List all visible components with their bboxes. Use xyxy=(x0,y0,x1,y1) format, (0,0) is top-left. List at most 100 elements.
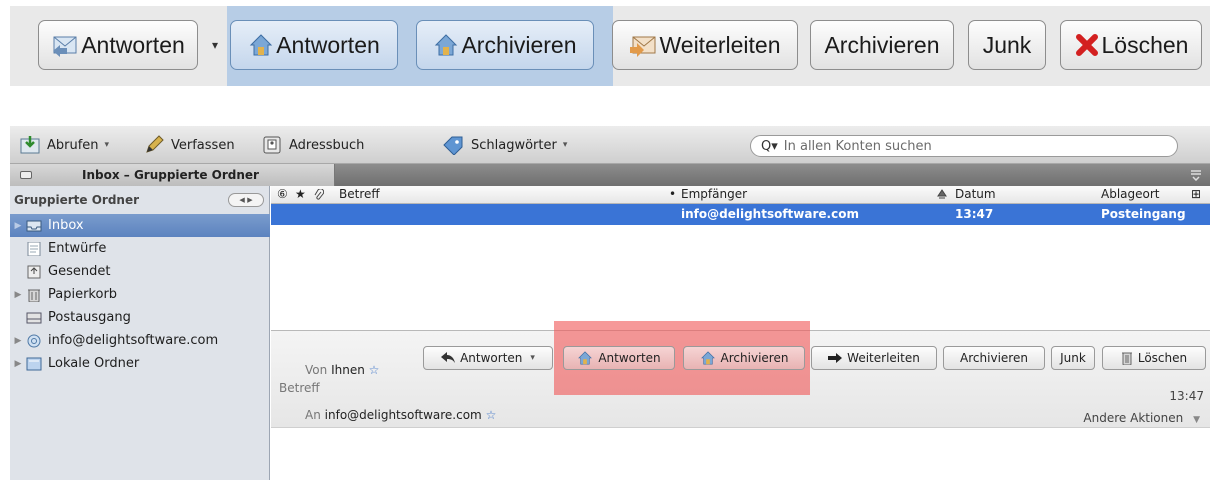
pencil-icon xyxy=(146,135,164,153)
folder-view-toggle[interactable]: ◀ ▶ xyxy=(228,193,264,207)
zoom-reply-label: Antworten xyxy=(81,31,185,58)
column-recipient[interactable]: Empfänger xyxy=(681,187,747,201)
tag-icon xyxy=(443,136,463,155)
message-time: 13:47 xyxy=(1169,389,1204,403)
to-value[interactable]: info@delightsoftware.com xyxy=(325,408,482,422)
folder-item-trash[interactable]: ▶ Papierkorb xyxy=(10,283,270,306)
tab-menu-icon[interactable] xyxy=(1190,169,1202,181)
house-label-icon xyxy=(700,351,715,365)
junk-column-icon[interactable] xyxy=(936,189,948,201)
tab-inbox[interactable]: Inbox – Gruppierte Ordner xyxy=(10,164,335,186)
zoom-junk-label: Junk xyxy=(982,31,1032,58)
reply-label-button[interactable]: Antworten xyxy=(563,346,675,370)
trash-icon xyxy=(28,289,40,302)
message-header-bar: Antworten ▾ Antworten Archivieren Weiter… xyxy=(271,321,1210,428)
tags-label: Schlagwörter xyxy=(471,137,557,153)
folder-label: Lokale Ordner xyxy=(48,356,140,371)
thread-column-icon[interactable]: ⑥ xyxy=(277,187,288,201)
from-label: Von xyxy=(305,363,328,377)
forward-label: Weiterleiten xyxy=(847,351,920,365)
folder-label: info@delightsoftware.com xyxy=(48,333,219,348)
folder-item-account[interactable]: ▶ info@delightsoftware.com xyxy=(10,329,270,352)
message-list-header: ⑥ ★ Betreff • Empfänger Datum Ablageort … xyxy=(271,186,1210,204)
folder-label: Inbox xyxy=(48,218,84,233)
zoom-reply-label-text: Antworten xyxy=(276,31,380,58)
search-icon[interactable]: Q▾ xyxy=(761,139,778,154)
read-column-icon[interactable]: • xyxy=(669,187,676,201)
folder-label: Postausgang xyxy=(48,310,131,325)
to-row: An info@delightsoftware.com ☆ xyxy=(305,408,496,422)
folder-item-outbox[interactable]: Postausgang xyxy=(10,306,270,329)
expand-triangle-icon[interactable]: ▶ xyxy=(10,359,26,369)
expand-triangle-icon[interactable]: ▶ xyxy=(10,221,26,231)
main-toolbar: Abrufen ▾ Verfassen Adressbuch Schlagwör… xyxy=(10,126,1210,164)
tags-button[interactable]: Schlagwörter ▾ xyxy=(442,126,567,164)
attachment-column-icon[interactable] xyxy=(314,189,324,201)
reply-dropdown-caret[interactable]: ▾ xyxy=(530,353,535,363)
delete-label: Löschen xyxy=(1137,351,1188,365)
sent-icon xyxy=(27,265,41,278)
folder-pane-header: Gruppierte Ordner ◀ ▶ xyxy=(10,186,270,214)
column-picker-icon[interactable]: ⊞ xyxy=(1191,187,1201,201)
preview-pane: Antworten ▾ Antworten Archivieren Weiter… xyxy=(271,321,1210,480)
zoom-dropdown-caret[interactable]: ▾ xyxy=(212,38,218,52)
drafts-icon xyxy=(27,241,41,256)
star-icon[interactable]: ☆ xyxy=(369,363,380,377)
column-date[interactable]: Datum xyxy=(955,187,996,201)
zoom-delete-button[interactable]: Löschen xyxy=(1060,20,1202,70)
delete-button[interactable]: Löschen xyxy=(1102,346,1206,370)
tags-caret[interactable]: ▾ xyxy=(563,140,568,150)
column-location[interactable]: Ablageort xyxy=(1101,187,1160,201)
from-value[interactable]: Ihnen xyxy=(331,363,365,377)
reply-label: Antworten xyxy=(460,351,523,365)
archive-button[interactable]: Archivieren xyxy=(943,346,1045,370)
address-book-button[interactable]: Adressbuch xyxy=(262,126,364,164)
folder-item-inbox[interactable]: ▶ Inbox xyxy=(10,214,270,237)
other-actions-caret: ▼ xyxy=(1193,415,1200,425)
zoom-archive-label-text: Archivieren xyxy=(461,31,577,58)
mail-window: Abrufen ▾ Verfassen Adressbuch Schlagwör… xyxy=(10,126,1210,480)
house-label-icon xyxy=(250,34,273,56)
tab-bar: Inbox – Gruppierte Ordner xyxy=(10,164,1210,186)
zoom-junk-button[interactable]: Junk xyxy=(968,20,1046,70)
get-mail-icon xyxy=(20,136,40,154)
to-label: An xyxy=(305,408,321,422)
compose-button[interactable]: Verfassen xyxy=(144,126,235,164)
zoom-forward-button[interactable]: Weiterleiten xyxy=(612,20,798,70)
search-input[interactable]: Q▾ In allen Konten suchen xyxy=(750,135,1178,157)
zoom-reply-button[interactable]: Antworten xyxy=(38,20,198,70)
account-icon xyxy=(27,334,41,347)
message-row[interactable]: info@delightsoftware.com 13:47 Posteinga… xyxy=(271,204,1210,225)
folder-pane: Gruppierte Ordner ◀ ▶ ▶ Inbox Entwürfe G… xyxy=(10,186,270,480)
get-mail-button[interactable]: Abrufen ▾ xyxy=(20,126,109,164)
reply-envelope-icon xyxy=(53,36,77,57)
zoom-archive-button[interactable]: Archivieren xyxy=(810,20,954,70)
column-subject[interactable]: Betreff xyxy=(339,187,380,201)
other-actions-menu[interactable]: Andere Aktionen ▼ xyxy=(1083,411,1200,425)
forward-button[interactable]: Weiterleiten xyxy=(811,346,937,370)
expand-triangle-icon[interactable]: ▶ xyxy=(10,336,26,346)
compose-label: Verfassen xyxy=(171,137,235,153)
get-mail-caret[interactable]: ▾ xyxy=(105,140,110,150)
archive-label-text: Archivieren xyxy=(720,351,789,365)
reply-button[interactable]: Antworten ▾ xyxy=(423,346,553,370)
folder-label: Gesendet xyxy=(48,264,111,279)
zoom-archive-label-button[interactable]: Archivieren xyxy=(416,20,594,70)
forward-arrow-icon xyxy=(828,353,843,363)
screenshot-root: Antworten ▾ Antworten Archivieren Weiter… xyxy=(0,0,1216,480)
star-column-icon[interactable]: ★ xyxy=(295,187,306,201)
outbox-icon xyxy=(26,312,42,323)
from-row: Von Ihnen ☆ xyxy=(305,363,379,377)
archive-label-button[interactable]: Archivieren xyxy=(683,346,805,370)
zoom-archive-label: Archivieren xyxy=(824,31,940,58)
folder-item-drafts[interactable]: Entwürfe xyxy=(10,237,270,260)
folder-item-sent[interactable]: Gesendet xyxy=(10,260,270,283)
junk-button[interactable]: Junk xyxy=(1051,346,1095,370)
other-actions-label: Andere Aktionen xyxy=(1083,411,1184,425)
trash-icon xyxy=(1121,352,1132,365)
zoom-reply-label-button[interactable]: Antworten xyxy=(230,20,398,70)
address-book-icon xyxy=(263,136,281,154)
star-icon[interactable]: ☆ xyxy=(486,408,497,422)
folder-item-local-folders[interactable]: ▶ Lokale Ordner xyxy=(10,352,270,375)
expand-triangle-icon[interactable]: ▶ xyxy=(10,290,26,300)
